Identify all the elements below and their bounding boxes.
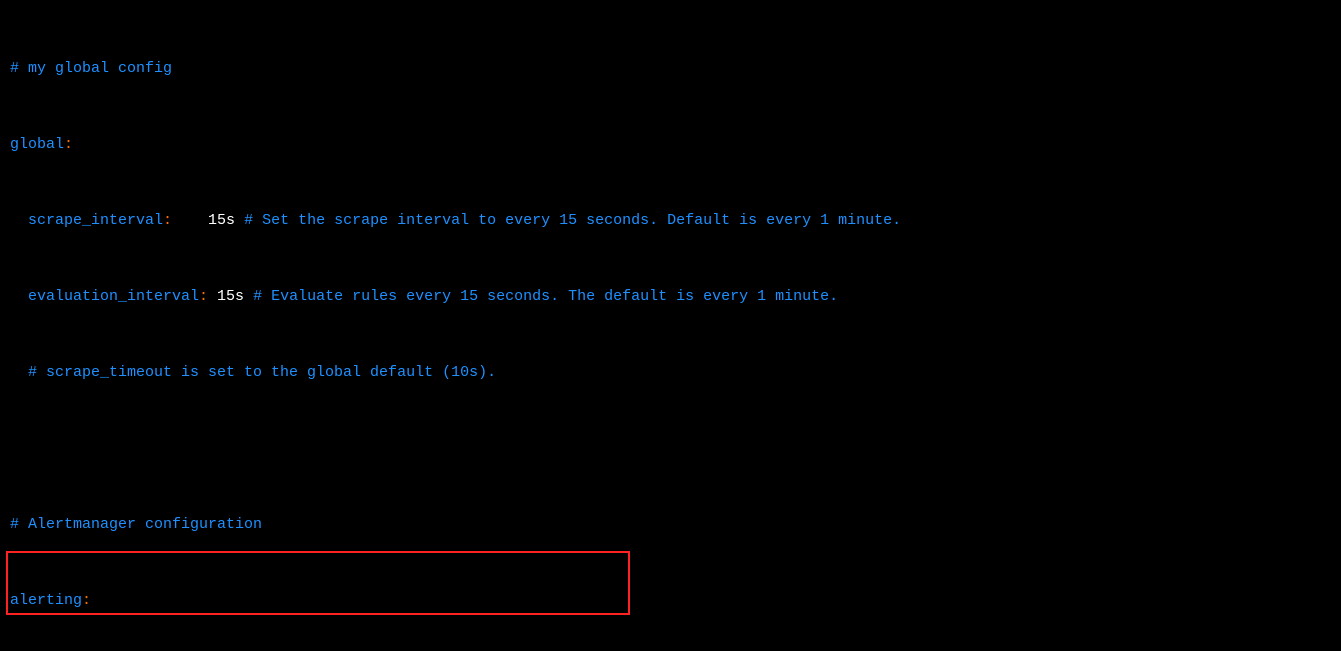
comment: # Alertmanager configuration (10, 516, 262, 533)
code-line: # scrape_timeout is set to the global de… (10, 363, 1341, 382)
yaml-key: scrape_interval (10, 212, 163, 229)
colon: : (82, 592, 91, 609)
terminal-editor[interactable]: # my global config global: scrape_interv… (0, 0, 1341, 651)
yaml-key: global (10, 136, 64, 153)
comment: # scrape_timeout is set to the global de… (10, 364, 496, 381)
yaml-key: evaluation_interval (10, 288, 199, 305)
comment: # Evaluate rules every 15 seconds. The d… (253, 288, 838, 305)
blank-line (10, 439, 1341, 458)
colon: : (64, 136, 73, 153)
yaml-value: 15s (208, 288, 253, 305)
code-line: global: (10, 135, 1341, 154)
comment: # my global config (10, 60, 172, 77)
code-line: # my global config (10, 59, 1341, 78)
code-line: # Alertmanager configuration (10, 515, 1341, 534)
comment: # Set the scrape interval to every 15 se… (244, 212, 901, 229)
yaml-key: alerting (10, 592, 82, 609)
yaml-value: 15s (172, 212, 244, 229)
code-line: scrape_interval: 15s # Set the scrape in… (10, 211, 1341, 230)
colon: : (199, 288, 208, 305)
code-line: evaluation_interval: 15s # Evaluate rule… (10, 287, 1341, 306)
code-line: alerting: (10, 591, 1341, 610)
colon: : (163, 212, 172, 229)
